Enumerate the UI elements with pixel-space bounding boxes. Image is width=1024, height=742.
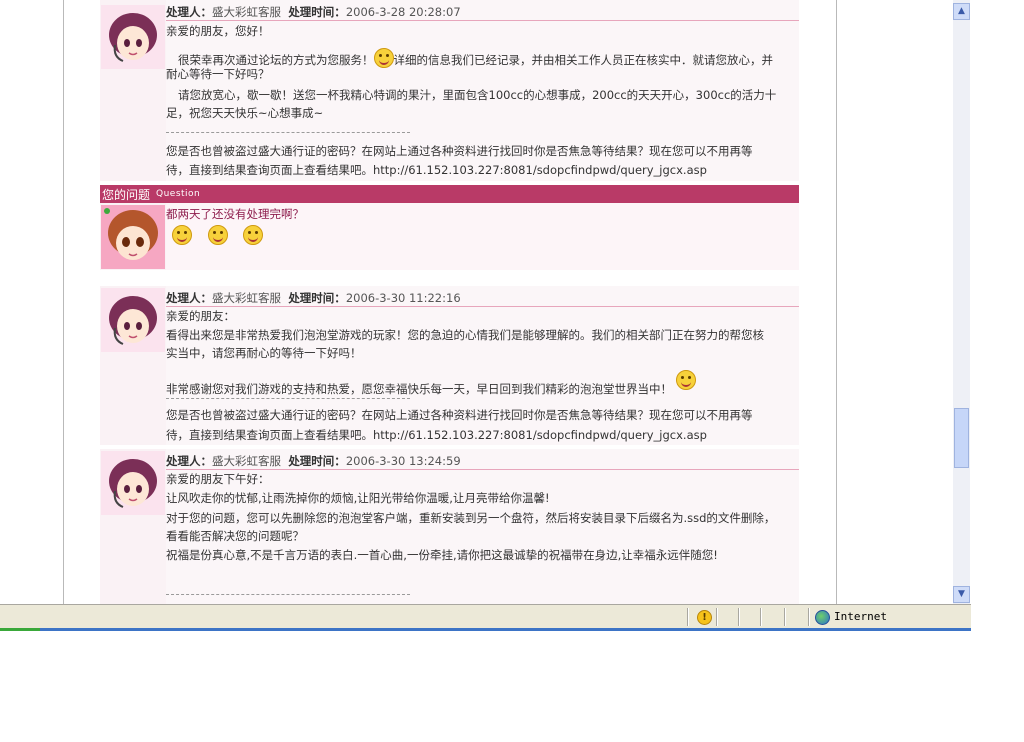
scroll-thumb[interactable] xyxy=(954,408,969,468)
question-block: 都两天了还没有处理完啊？ xyxy=(100,203,799,270)
reply-line: 您是否也曾被盗过盛大通行证的密码？在网站上通过各种资料进行找回时你是否焦急等待结… xyxy=(166,408,753,422)
reply-time: 2006-3-28 20:28:07 xyxy=(345,5,461,19)
question-subtitle: Question xyxy=(156,189,201,199)
reply-block: 处理人：盛大彩虹客服 处理时间：2006-3-30 13:24:59 亲爱的朋友… xyxy=(100,449,799,604)
reply-block: 处理人：盛大彩虹客服 处理时间：2006-3-28 20:28:07 亲爱的朋友… xyxy=(100,0,799,181)
angry-emoticon-icon xyxy=(172,225,192,245)
reply-line: 耐心等待一下好吗？ xyxy=(166,67,270,81)
reply-line: 足，祝您天天快乐~心想事成~ xyxy=(166,106,324,120)
warning-icon[interactable]: ! xyxy=(697,610,712,625)
reply-line: 非常感谢您对我们游戏的支持和热爱，愿您幸福快乐每一天，早日回到我们精彩的泡泡堂世… xyxy=(166,370,799,398)
handler-name: 盛大彩虹客服 xyxy=(212,454,281,468)
reply-line: 亲爱的朋友下午好： xyxy=(166,472,270,486)
handler-name: 盛大彩虹客服 xyxy=(212,5,281,19)
time-label: 处理时间： xyxy=(288,5,346,19)
scroll-down-button[interactable]: ▼ xyxy=(953,586,970,603)
start-strip xyxy=(0,628,40,631)
staff-avatar xyxy=(101,288,165,352)
reply-block: 处理人：盛大彩虹客服 处理时间：2006-3-30 11:22:16 亲爱的朋友… xyxy=(100,286,799,445)
reply-time: 2006-3-30 11:22:16 xyxy=(345,291,461,305)
reply-line[interactable]: 待，直接到结果查询页面上查看结果吧。http://61.152.103.227:… xyxy=(166,161,799,179)
question-text: 都两天了还没有处理完啊？ xyxy=(166,207,304,221)
angry-emoticon-icon xyxy=(243,225,264,245)
reply-line: 亲爱的朋友： xyxy=(166,309,235,323)
ticket-thread: 处理人：盛大彩虹客服 处理时间：2006-3-28 20:28:07 亲爱的朋友… xyxy=(100,0,799,604)
vertical-scrollbar[interactable]: ▲ ▼ xyxy=(953,0,970,604)
status-separator xyxy=(808,608,809,626)
scroll-up-button[interactable]: ▲ xyxy=(953,3,970,20)
reply-line[interactable]: 待，直接到结果查询页面上查看结果吧。http://61.152.103.227:… xyxy=(166,426,799,444)
reply-body: 处理人：盛大彩虹客服 处理时间：2006-3-30 11:22:16 亲爱的朋友… xyxy=(166,286,799,445)
taskbar-strip xyxy=(0,628,971,631)
page-border-left xyxy=(63,0,64,604)
reply-time: 2006-3-30 13:24:59 xyxy=(345,454,461,468)
status-separator xyxy=(687,608,688,626)
time-label: 处理时间： xyxy=(288,291,346,305)
angry-emoticon-icon xyxy=(207,225,228,245)
staff-avatar xyxy=(101,451,165,515)
status-separator xyxy=(784,608,785,626)
reply-header: 处理人：盛大彩虹客服 处理时间：2006-3-30 13:24:59 xyxy=(166,453,799,470)
page-border-right xyxy=(836,0,837,604)
handler-label: 处理人： xyxy=(166,291,212,305)
browser-viewport: 处理人：盛大彩虹客服 处理时间：2006-3-28 20:28:07 亲爱的朋友… xyxy=(0,0,953,604)
chevron-down-icon: ▼ xyxy=(958,589,965,599)
reply-header: 处理人：盛大彩虹客服 处理时间：2006-3-30 11:22:16 xyxy=(166,290,799,307)
handler-label: 处理人： xyxy=(166,454,212,468)
reply-header: 处理人：盛大彩虹客服 处理时间：2006-3-28 20:28:07 xyxy=(166,4,799,21)
question-body: 都两天了还没有处理完啊？ xyxy=(166,203,799,270)
laughing-emoticon-icon xyxy=(676,370,696,390)
handler-name: 盛大彩虹客服 xyxy=(212,291,281,305)
reply-line: 亲爱的朋友，您好！ xyxy=(166,24,270,38)
security-zone-label: Internet xyxy=(834,610,887,623)
reply-line: 看看能否解决您的问题呢？ xyxy=(166,529,304,543)
question-bar: 您的问题 Question xyxy=(100,185,799,203)
time-label: 处理时间： xyxy=(288,454,346,468)
status-bar: ! Internet xyxy=(0,604,971,629)
reply-line: 看得出来您是非常热爱我们泡泡堂游戏的玩家！您的急迫的心情我们是能够理解的。我们的… xyxy=(166,328,764,342)
globe-icon xyxy=(815,610,830,625)
reply-line: 对于您的问题，您可以先删除您的泡泡堂客户端，重新安装到另一个盘符，然后将安装目录… xyxy=(166,511,776,525)
question-title: 您的问题 xyxy=(102,188,151,202)
reply-line: 实当中，请您再耐心的等待一下好吗！ xyxy=(166,346,362,360)
reply-line: 您是否也曾被盗过盛大通行证的密码？在网站上通过各种资料进行找回时你是否焦急等待结… xyxy=(166,144,753,158)
dashed-divider xyxy=(166,132,410,133)
chevron-up-icon: ▲ xyxy=(958,6,965,16)
reply-line: 请您放宽心，歇一歇！送您一杯我精心特调的果汁，里面包含100cc的心想事成，20… xyxy=(178,88,777,102)
staff-avatar xyxy=(101,5,165,69)
reply-body: 处理人：盛大彩虹客服 处理时间：2006-3-30 13:24:59 亲爱的朋友… xyxy=(166,449,799,604)
status-separator xyxy=(716,608,717,626)
reply-line: 让风吹走你的忧郁,让雨洗掉你的烦恼,让阳光带给你温暖,让月亮带给你温馨! xyxy=(166,491,550,505)
reply-body: 处理人：盛大彩虹客服 处理时间：2006-3-28 20:28:07 亲爱的朋友… xyxy=(166,0,799,181)
status-separator xyxy=(738,608,739,626)
dashed-divider xyxy=(166,398,410,399)
question-emoticons xyxy=(166,225,799,246)
status-separator xyxy=(760,608,761,626)
dashed-divider xyxy=(166,594,410,595)
reply-line: 祝福是份真心意,不是千言万语的表白.一首心曲,一份牵挂,请你把这最诚挚的祝福带在… xyxy=(166,548,718,562)
user-avatar xyxy=(101,205,165,269)
handler-label: 处理人： xyxy=(166,5,212,19)
